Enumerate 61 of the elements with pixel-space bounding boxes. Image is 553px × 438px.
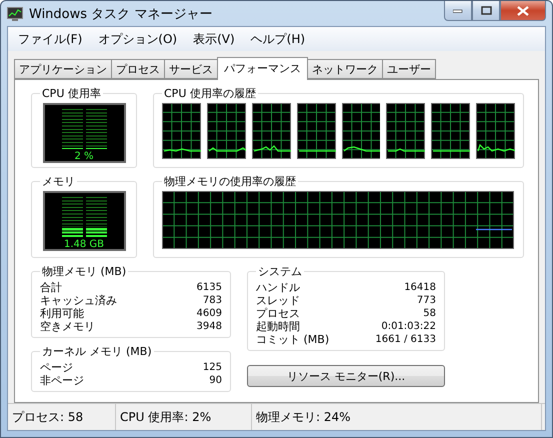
close-icon [517,6,529,16]
status-text: CPU 使用率: 2% [116,404,252,430]
cpu-history-graph [342,103,380,159]
stat-value: 783 [202,294,222,307]
cpu-history-graph [476,103,515,159]
cpu-history-graph [296,103,336,159]
menu-item[interactable]: ヘルプ(H) [244,30,312,48]
maximize-button[interactable] [472,1,500,21]
stat-value: 125 [202,361,222,374]
menu-item[interactable]: 表示(V) [187,30,241,48]
stat-value: 4609 [196,307,222,320]
stat-label: 合計 [40,281,63,294]
stat-label: ハンドル [256,281,301,294]
cpu-history-graph [431,103,470,159]
window-title: Windows タスク マネージャー [29,6,214,22]
group-title: カーネル メモリ (MB) [41,344,153,359]
stat-value: 3948 [196,320,222,333]
stat-label: 空きメモリ [40,320,96,333]
resource-monitor-button[interactable]: リソース モニター(R)... [247,365,445,387]
stat-value: 1661 / 6133 [375,333,436,346]
close-button[interactable] [500,1,546,21]
stat-label: キャッシュ済み [40,294,118,307]
maximize-icon [480,6,492,15]
tab[interactable]: ネットワーク [307,59,383,79]
group-title: CPU 使用率の履歴 [163,86,257,101]
status-text: プロセス: 58 [8,404,116,430]
tab[interactable]: パフォーマンス [217,57,308,80]
stat-label: スレッド [256,294,301,307]
group-title: メモリ [41,174,76,189]
tab[interactable]: プロセス [111,59,165,79]
group-title: CPU 使用率 [41,86,102,101]
group-title: 物理メモリ (MB) [41,264,128,279]
cpu-history-graph [206,103,246,159]
meter-reading: 1.48 GB [64,239,104,250]
cpu-history-graph [162,103,201,159]
stat-value: 773 [416,294,436,307]
stat-value: 0:01:03:22 [380,320,436,333]
cpu-history-graph [386,103,426,159]
cpu-history-graph [252,103,291,159]
tab[interactable]: ユーザー [382,59,436,79]
group-title: 物理メモリの使用率の履歴 [163,174,297,189]
meter-reading: 2 % [74,151,94,162]
menu-item[interactable]: ファイル(F) [12,30,88,48]
stat-label: プロセス [256,307,301,320]
menu-item[interactable]: オプション(O) [92,30,184,48]
stat-label: ページ [40,361,74,374]
stat-value: 90 [208,374,222,387]
monitor-icon [7,6,23,20]
minimize-button[interactable] [444,1,472,21]
stat-label: 利用可能 [40,307,85,320]
stat-label: 非ページ [40,374,85,387]
status-text: 物理メモリ: 24% [252,404,542,430]
minimize-icon [453,8,463,12]
tab[interactable]: アプリケーション [14,59,112,79]
stat-value: 58 [422,307,436,320]
stat-value: 6135 [196,281,222,294]
stat-label: コミット (MB) [256,333,330,346]
group-title: システム [257,264,303,279]
stat-value: 16418 [403,281,436,294]
stat-label: 起動時間 [256,320,301,333]
tab[interactable]: サービス [164,59,218,79]
